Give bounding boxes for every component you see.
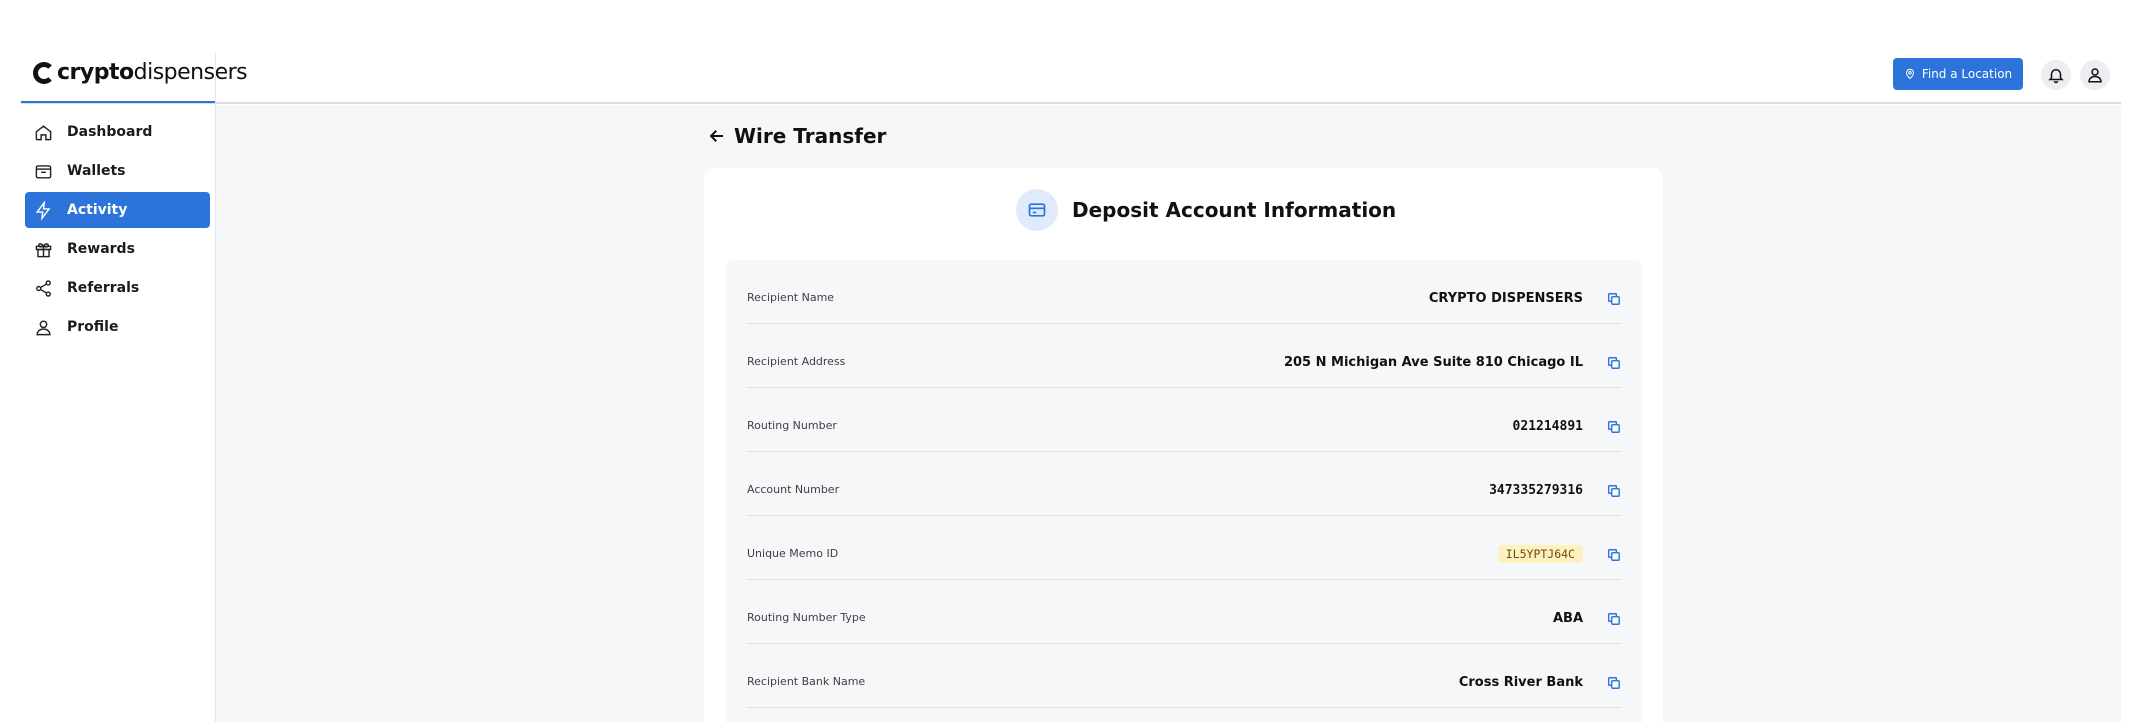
sidebar-item-label: Dashboard <box>67 124 153 140</box>
sidebar-item-profile[interactable]: Profile <box>25 309 210 345</box>
wallet-icon <box>33 161 53 181</box>
sidebar-item-dashboard[interactable]: Dashboard <box>25 114 210 150</box>
field-value: ABA <box>1552 611 1583 626</box>
detail-row-routing-type: Routing Number Type ABA <box>747 580 1621 644</box>
top-bar: cryptodispensers <box>21 52 2121 104</box>
field-label: Account Number <box>747 483 840 496</box>
field-value: 347335279316 <box>1489 483 1583 498</box>
gift-icon <box>33 239 53 259</box>
user-icon <box>33 317 53 337</box>
find-location-label: Find a Location <box>1921 67 2013 81</box>
card-title: Deposit Account Information <box>1072 198 1397 222</box>
account-button[interactable] <box>2080 60 2110 90</box>
home-icon <box>33 122 53 142</box>
brand-logo[interactable]: cryptodispensers <box>21 52 248 103</box>
sidebar-item-wallets[interactable]: Wallets <box>25 153 210 189</box>
copy-icon[interactable] <box>1607 548 1621 562</box>
share-icon <box>33 278 53 298</box>
field-label: Recipient Name <box>747 291 835 304</box>
account-details-panel: Recipient Name CRYPTO DISPENSERS Recipie… <box>726 260 1642 722</box>
lightning-icon <box>33 200 53 220</box>
card-header: Deposit Account Information <box>1016 189 1396 231</box>
detail-row-recipient-name: Recipient Name CRYPTO DISPENSERS <box>747 260 1621 324</box>
sidebar-item-label: Wallets <box>67 163 126 179</box>
field-value: Cross River Bank <box>1458 675 1583 690</box>
logo-mark-icon <box>33 62 55 84</box>
bell-icon <box>2048 69 2064 84</box>
field-label: Recipient Bank Name <box>747 675 866 688</box>
sidebar-nav: Dashboard Wallets Activity Rewards Refer… <box>25 114 210 348</box>
location-pin-icon <box>1905 68 1914 80</box>
field-label: Routing Number <box>747 419 837 432</box>
sidebar-item-label: Profile <box>67 319 119 335</box>
sidebar-item-activity[interactable]: Activity <box>25 192 210 228</box>
sidebar-item-referrals[interactable]: Referrals <box>25 270 210 306</box>
copy-icon[interactable] <box>1607 484 1621 498</box>
credit-card-icon <box>1028 203 1046 217</box>
copy-icon[interactable] <box>1607 420 1621 434</box>
sidebar-item-label: Activity <box>67 202 128 218</box>
find-location-button[interactable]: Find a Location <box>1893 58 2023 90</box>
copy-icon[interactable] <box>1607 356 1621 370</box>
page-title: Wire Transfer <box>734 124 887 148</box>
copy-icon[interactable] <box>1607 292 1621 306</box>
sidebar-item-label: Referrals <box>67 280 140 296</box>
detail-row-account-number: Account Number 347335279316 <box>747 452 1621 516</box>
sidebar-item-label: Rewards <box>67 241 135 257</box>
logo-wordmark: cryptodispensers <box>57 60 248 85</box>
notifications-button[interactable] <box>2041 60 2071 90</box>
field-value: 021214891 <box>1512 419 1583 434</box>
memo-badge: IL5YPTJ64C <box>1497 545 1583 563</box>
deposit-account-card: Deposit Account Information Recipient Na… <box>704 168 1663 722</box>
sidebar-item-rewards[interactable]: Rewards <box>25 231 210 267</box>
field-value: CRYPTO DISPENSERS <box>1428 291 1583 306</box>
field-value: 205 N Michigan Ave Suite 810 Chicago IL <box>1283 355 1583 370</box>
detail-row-recipient-address: Recipient Address 205 N Michigan Ave Sui… <box>747 324 1621 388</box>
app-root: cryptodispensers Find a Location Dashboa… <box>0 0 2141 722</box>
field-label: Recipient Address <box>747 355 846 368</box>
user-icon <box>2088 68 2102 83</box>
card-icon-circle <box>1016 189 1058 231</box>
detail-row-memo-id: Unique Memo ID IL5YPTJ64C <box>747 516 1621 580</box>
arrow-left-icon[interactable] <box>708 127 726 145</box>
copy-icon[interactable] <box>1607 676 1621 690</box>
detail-row-bank-name: Recipient Bank Name Cross River Bank <box>747 644 1621 708</box>
detail-row-routing-number: Routing Number 021214891 <box>747 388 1621 452</box>
copy-icon[interactable] <box>1607 612 1621 626</box>
page-header: Wire Transfer <box>708 124 886 148</box>
field-label: Unique Memo ID <box>747 547 839 560</box>
field-label: Routing Number Type <box>747 611 866 624</box>
